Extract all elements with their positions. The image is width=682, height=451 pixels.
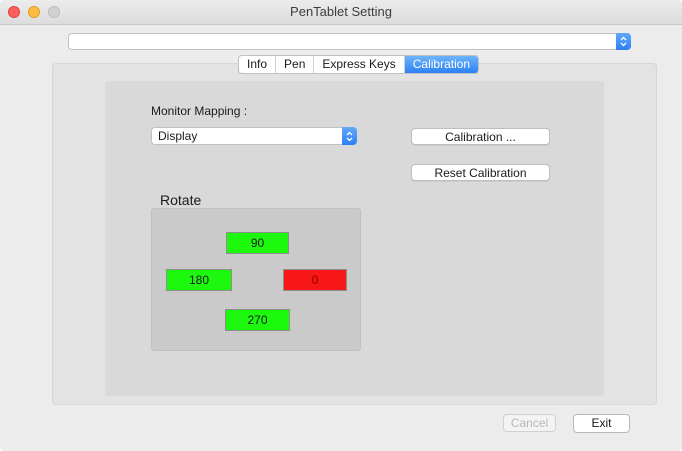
rotate-0-button[interactable]: 0 [283, 269, 347, 291]
rotate-180-button[interactable]: 180 [166, 269, 232, 291]
window-title: PenTablet Setting [290, 4, 392, 19]
updown-chevron-icon[interactable] [342, 127, 357, 145]
rotate-label: Rotate [160, 192, 202, 208]
device-select[interactable] [68, 33, 631, 50]
app-window: PenTablet Setting Info Pen Express Keys … [0, 0, 682, 451]
updown-chevron-icon[interactable] [616, 33, 631, 50]
tab-pen[interactable]: Pen [276, 56, 315, 73]
calibration-button[interactable]: Calibration ... [411, 128, 550, 145]
cancel-button[interactable]: Cancel [503, 414, 556, 432]
tab-calibration[interactable]: Calibration [404, 56, 479, 73]
display-select-value: Display [158, 129, 198, 143]
monitor-mapping-label: Monitor Mapping : [151, 104, 248, 118]
tab-express-keys[interactable]: Express Keys [314, 56, 405, 73]
exit-button[interactable]: Exit [573, 414, 630, 433]
title-bar[interactable]: PenTablet Setting [0, 0, 682, 25]
reset-calibration-button[interactable]: Reset Calibration [411, 164, 550, 181]
tab-info[interactable]: Info [239, 56, 277, 73]
display-select[interactable]: Display [151, 127, 357, 145]
rotate-90-button[interactable]: 90 [226, 232, 289, 254]
tab-bar: Info Pen Express Keys Calibration [238, 55, 480, 74]
rotate-270-button[interactable]: 270 [225, 309, 290, 331]
